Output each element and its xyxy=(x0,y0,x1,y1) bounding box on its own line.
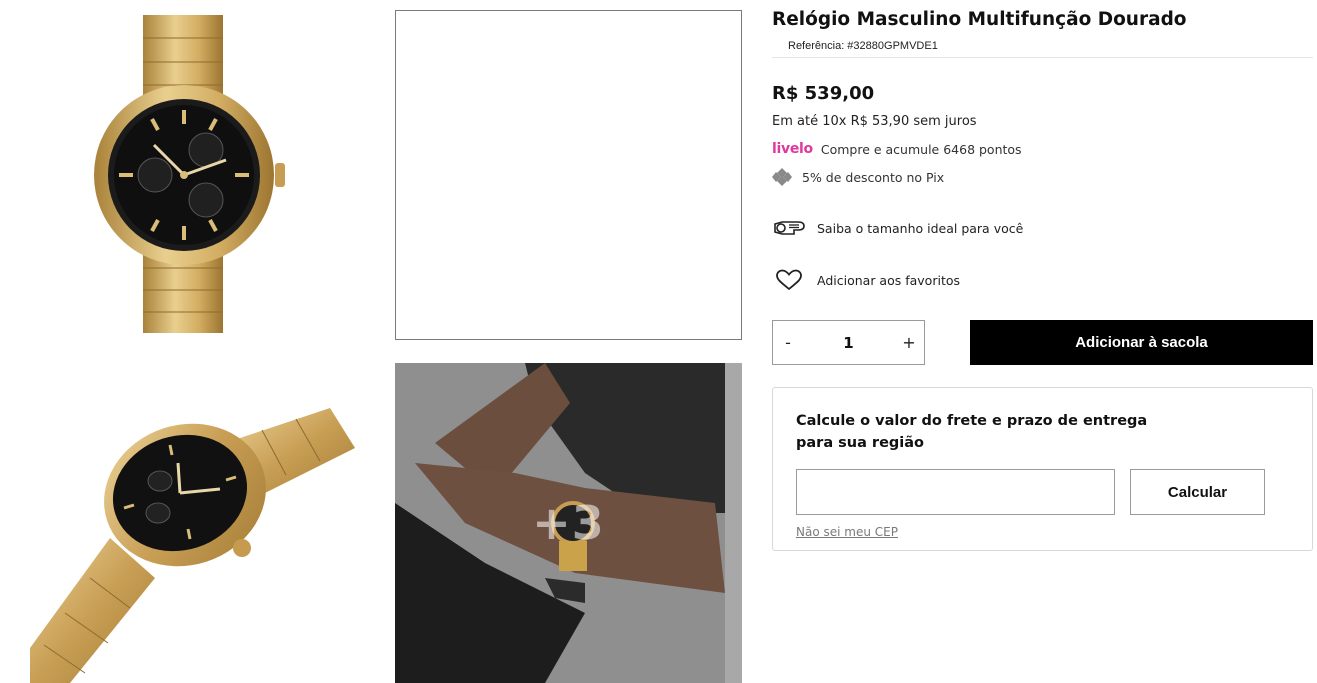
product-image-angle[interactable] xyxy=(30,363,355,683)
shipping-calculator: Calcule o valor do frete e prazo de entr… xyxy=(772,387,1313,551)
size-guide-link[interactable]: Saiba o tamanho ideal para você xyxy=(772,216,1023,240)
product-price: R$ 539,00 xyxy=(772,83,875,104)
product-title: Relógio Masculino Multifunção Dourado xyxy=(772,9,1187,30)
watch-front-image xyxy=(94,15,285,333)
product-reference: Referência: #32880GPMVDE1 xyxy=(788,40,938,52)
pix-discount-text: 5% de desconto no Pix xyxy=(802,169,945,185)
livelo-points-text: Compre e acumule 6468 pontos xyxy=(820,141,1022,157)
cep-input[interactable] xyxy=(796,469,1115,515)
calculate-shipping-button[interactable]: Calcular xyxy=(1130,469,1265,515)
size-guide-text: Saiba o tamanho ideal para você xyxy=(817,220,1024,236)
more-images-label[interactable]: +3 xyxy=(395,363,742,683)
shipping-title: Calcule o valor do frete e prazo de entr… xyxy=(796,413,1148,451)
add-to-bag-button[interactable]: Adicionar à sacola xyxy=(970,320,1313,365)
product-image-blank[interactable] xyxy=(395,10,742,340)
pix-icon xyxy=(772,168,792,186)
add-to-favorites[interactable]: Adicionar aos favoritos xyxy=(772,268,960,292)
quantity-stepper: - 1 + xyxy=(772,320,925,365)
add-to-favorites-text: Adicionar aos favoritos xyxy=(817,272,960,288)
quantity-value[interactable]: 1 xyxy=(803,334,894,352)
livelo-points-row: livelo Compre e acumule 6468 pontos xyxy=(772,140,1022,158)
quantity-increase-button[interactable]: + xyxy=(894,321,924,364)
livelo-logo: livelo xyxy=(772,141,813,157)
pix-discount-row: 5% de desconto no Pix xyxy=(772,168,944,186)
divider xyxy=(772,57,1313,58)
heart-icon xyxy=(772,268,806,292)
wrist-measure-icon xyxy=(772,216,806,240)
product-image-front[interactable] xyxy=(30,10,355,340)
unknown-cep-link[interactable]: Não sei meu CEP xyxy=(796,525,898,539)
product-image-lifestyle[interactable]: +3 xyxy=(395,363,742,683)
quantity-decrease-button[interactable]: - xyxy=(773,321,803,364)
watch-angle-image xyxy=(30,408,355,683)
installments-text: Em até 10x R$ 53,90 sem juros xyxy=(772,114,977,129)
